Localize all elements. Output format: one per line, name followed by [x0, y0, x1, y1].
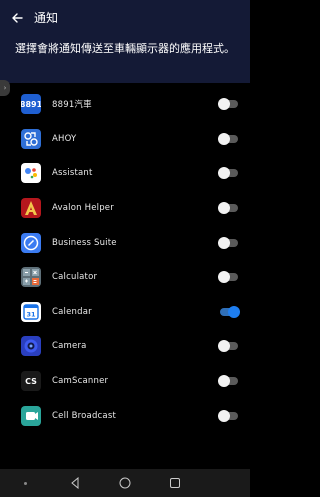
nav-indicator	[15, 473, 35, 493]
nav-home-button[interactable]	[115, 473, 135, 493]
notification-toggle[interactable]	[218, 202, 238, 215]
calculator-icon	[21, 267, 41, 288]
business-suite-icon	[21, 232, 41, 253]
notification-toggle[interactable]	[218, 340, 238, 353]
assistant-icon	[21, 163, 41, 184]
calendar-icon: 31	[21, 301, 41, 322]
app-label: Camera	[52, 341, 87, 352]
app-label: 8891汽車	[52, 100, 92, 111]
page-title: 通知	[34, 11, 59, 25]
notification-toggle[interactable]	[218, 236, 238, 249]
notification-toggle[interactable]	[218, 375, 238, 388]
nav-recents-button[interactable]	[165, 473, 185, 493]
app-label: Business Suite	[52, 237, 117, 248]
ahoy-logo-icon	[21, 128, 41, 149]
app-label: Calendar	[52, 306, 92, 317]
nav-recents-icon	[170, 478, 180, 488]
notification-toggle[interactable]	[218, 98, 238, 111]
app-bar: 通知	[0, 0, 250, 35]
notification-toggle[interactable]	[218, 167, 238, 180]
cell-broadcast-icon	[21, 405, 41, 426]
app-label: AHOY	[52, 133, 77, 144]
camera-icon	[21, 336, 41, 357]
notification-toggle[interactable]	[220, 305, 240, 318]
notification-toggle[interactable]	[218, 132, 238, 145]
notification-toggle[interactable]	[218, 271, 238, 284]
app-row[interactable]: Camera	[0, 329, 250, 364]
arrow-left-icon	[12, 12, 23, 23]
app-label: Cell Broadcast	[52, 410, 116, 421]
app-row[interactable]: CS CamScanner	[0, 364, 250, 399]
avalon-helper-icon	[21, 198, 41, 219]
app-row[interactable]: AHOY	[0, 122, 250, 157]
app-row[interactable]: Assistant	[0, 156, 250, 191]
app-notification-list: 8891 8891汽車 AHOY Assistant Avalon Helper Busi…	[0, 87, 250, 433]
back-button[interactable]	[0, 0, 34, 35]
toggle-knob	[218, 340, 230, 353]
app-label: CamScanner	[52, 376, 109, 387]
8891-logo-icon: 8891	[21, 94, 41, 115]
app-row[interactable]: 8891 8891汽車	[0, 87, 250, 122]
app-label: Calculator	[52, 272, 98, 283]
toggle-knob	[218, 202, 230, 215]
app-label: Assistant	[52, 168, 93, 179]
toggle-knob	[218, 271, 230, 284]
camscanner-icon: CS	[21, 371, 41, 392]
toggle-knob	[218, 132, 230, 145]
notification-toggle[interactable]	[218, 409, 238, 422]
app-row[interactable]: Business Suite	[0, 225, 250, 260]
toggle-knob	[228, 305, 240, 318]
toggle-knob	[218, 167, 230, 180]
app-row[interactable]: 31 Calendar	[0, 295, 250, 330]
app-label: Avalon Helper	[52, 203, 114, 214]
nav-back-button[interactable]	[65, 473, 85, 493]
page-description: 選擇會將通知傳送至車輛顯示器的應用程式。	[0, 35, 250, 83]
toggle-knob	[218, 236, 230, 249]
app-row[interactable]: Cell Broadcast	[0, 398, 250, 433]
nav-home-icon	[119, 477, 131, 489]
app-row[interactable]: Avalon Helper	[0, 191, 250, 226]
nav-back-icon	[71, 477, 79, 489]
toggle-knob	[218, 375, 230, 388]
svg-text:31: 31	[26, 310, 36, 318]
system-nav-bar	[0, 469, 250, 497]
app-row[interactable]: Calculator	[0, 260, 250, 295]
toggle-knob	[218, 409, 230, 422]
toggle-knob	[218, 98, 230, 111]
